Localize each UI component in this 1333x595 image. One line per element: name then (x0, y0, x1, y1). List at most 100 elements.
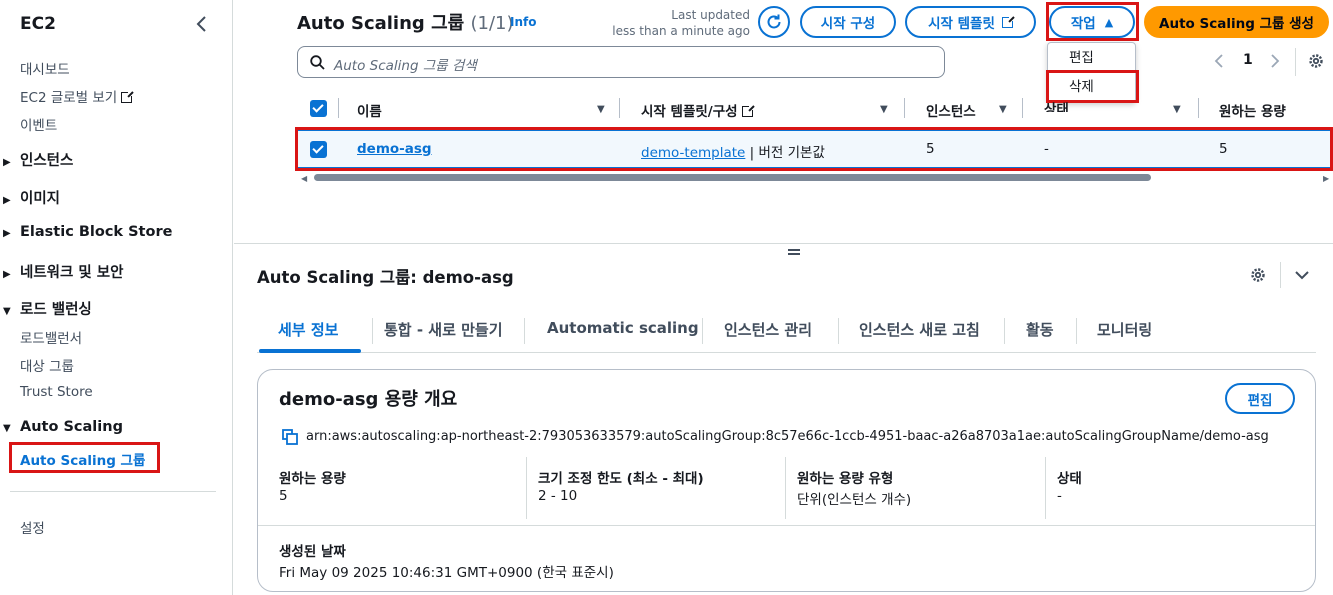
column-divider (619, 98, 620, 118)
search-placeholder: Auto Scaling 그룹 검색 (334, 58, 477, 74)
last-updated-value: less than a minute ago (612, 24, 750, 38)
pager-divider (1295, 48, 1296, 76)
search-icon (310, 55, 325, 70)
card-divider (258, 525, 1315, 526)
sidebar-section-label: 이미지 (20, 191, 61, 207)
tab-instance-refresh[interactable]: 인스턴스 새로 고침 (859, 319, 980, 340)
sidebar-section-network[interactable]: ▶ 네트워크 및 보안 (3, 261, 123, 282)
select-all-checkbox[interactable] (310, 100, 327, 117)
tab-divider (1004, 318, 1005, 344)
info-link[interactable]: Info (510, 15, 536, 29)
field-divider (785, 457, 786, 519)
sidebar-section-auto-scaling[interactable]: ▼ Auto Scaling (3, 419, 123, 435)
launch-template-label: 시작 템플릿 (928, 16, 995, 32)
external-link-icon (741, 104, 755, 117)
active-tab-indicator (259, 349, 361, 353)
col-status[interactable]: 상태 (1044, 98, 1069, 112)
highlight-box (1046, 2, 1139, 41)
highlight-box (295, 127, 1333, 171)
header-divider (1280, 262, 1281, 288)
sort-icon[interactable]: ▼ (880, 104, 888, 115)
sidebar-section-instances[interactable]: ▶ 인스턴스 (3, 149, 73, 170)
sidebar-item-auto-scaling-groups[interactable]: Auto Scaling 그룹 (9, 442, 160, 473)
sidebar-section-label: 인스턴스 (20, 153, 74, 169)
caret-right-icon: ▶ (3, 157, 11, 168)
tab-activity[interactable]: 활동 (1026, 319, 1054, 340)
search-input[interactable]: Auto Scaling 그룹 검색 (297, 46, 945, 78)
sort-icon[interactable]: ▼ (1173, 104, 1181, 115)
tab-instance-management[interactable]: 인스턴스 관리 (724, 319, 812, 340)
tab-divider (372, 318, 373, 344)
split-divider (234, 243, 1333, 244)
col-instances[interactable]: 인스턴스 (926, 100, 976, 120)
col-desired-capacity[interactable]: 원하는 용량 (1219, 100, 1286, 120)
field-label-desired: 원하는 용량 (279, 471, 346, 487)
sidebar-item-events[interactable]: 이벤트 (20, 114, 57, 134)
tab-monitoring[interactable]: 모니터링 (1097, 319, 1152, 340)
sort-icon[interactable]: ▼ (597, 104, 605, 115)
external-link-icon (121, 90, 135, 103)
horizontal-scrollbar[interactable] (314, 174, 1151, 181)
column-divider (1022, 98, 1023, 118)
col-launch-template[interactable]: 시작 템플릿/구성 (641, 100, 755, 120)
resize-handle-icon[interactable] (788, 249, 800, 255)
field-divider (1045, 457, 1046, 519)
caret-down-icon: ▼ (3, 423, 11, 434)
sidebar-item-global-view[interactable]: EC2 글로벌 보기 (20, 86, 135, 106)
sidebar-section-ebs[interactable]: ▶ Elastic Block Store (3, 224, 172, 240)
menu-item-edit[interactable]: 편집 (1048, 44, 1135, 72)
settings-gear-icon[interactable] (1307, 52, 1325, 70)
scroll-right-icon[interactable]: ▶ (1323, 174, 1329, 183)
sidebar-item-settings[interactable]: 설정 (20, 517, 45, 537)
column-divider (338, 98, 339, 118)
copy-icon[interactable] (282, 429, 298, 445)
launch-config-button[interactable]: 시작 구성 (800, 6, 896, 38)
asg-arn: arn:aws:autoscaling:ap-northeast-2:79305… (306, 429, 1269, 444)
tab-divider (838, 318, 839, 344)
capacity-overview-card: demo-asg 용량 개요 편집 arn:aws:autoscaling:ap… (257, 369, 1316, 592)
detail-title: Auto Scaling 그룹: demo-asg (257, 268, 514, 287)
page-title: Auto Scaling 그룹 (1/1) (297, 9, 514, 35)
chevron-left-icon[interactable] (1214, 54, 1224, 68)
tab-integrations[interactable]: 통합 - 새로 만들기 (384, 319, 503, 340)
sidebar-item-load-balancers[interactable]: 로드밸런서 (20, 327, 82, 347)
field-label-scaling-limits: 크기 조정 한도 (최소 - 최대) (538, 471, 704, 487)
create-asg-button[interactable]: Auto Scaling 그룹 생성 (1144, 6, 1329, 38)
sidebar-item-trust-store[interactable]: Trust Store (20, 384, 93, 400)
tab-automatic-scaling[interactable]: Automatic scaling (547, 319, 699, 337)
field-label-created: 생성된 날짜 (279, 544, 346, 560)
scroll-left-icon[interactable]: ◀ (301, 174, 307, 183)
collapse-sidebar-icon[interactable] (194, 14, 210, 34)
sidebar: EC2 대시보드 EC2 글로벌 보기 이벤트 ▶ 인스턴스 ▶ 이미지 ▶ Elas… (0, 0, 233, 595)
tab-details[interactable]: 세부 정보 (278, 319, 338, 340)
sidebar-divider (10, 491, 216, 492)
refresh-button[interactable] (758, 6, 790, 38)
tab-integrations-label: 통합 - 새로 만들기 (384, 321, 503, 339)
sidebar-item-label: Auto Scaling 그룹 (20, 453, 146, 469)
field-label-capacity-type: 원하는 용량 유형 (797, 471, 894, 487)
sidebar-section-label: Auto Scaling (20, 419, 123, 435)
page-number[interactable]: 1 (1243, 52, 1253, 68)
tab-divider (702, 318, 703, 344)
chevron-down-icon[interactable] (1294, 269, 1310, 281)
sidebar-title: EC2 (20, 14, 56, 34)
chevron-right-icon[interactable] (1270, 54, 1280, 68)
settings-gear-icon[interactable] (1249, 266, 1267, 284)
edit-button[interactable]: 편집 (1225, 383, 1295, 414)
sidebar-section-load-balancing[interactable]: ▼ 로드 밸런싱 (3, 298, 92, 319)
column-divider (1198, 98, 1199, 118)
main-content: Auto Scaling 그룹 (1/1) Info Last updated l… (234, 0, 1333, 595)
launch-template-button[interactable]: 시작 템플릿 (905, 6, 1036, 38)
sidebar-item-dashboard[interactable]: 대시보드 (20, 58, 70, 78)
detail-tabs: 세부 정보 통합 - 새로 만들기 Automatic scaling 인스턴스… (257, 310, 1316, 353)
column-divider (904, 98, 905, 118)
field-value-scaling-limits: 2 - 10 (538, 488, 578, 504)
field-value-desired: 5 (279, 488, 288, 504)
sidebar-section-images[interactable]: ▶ 이미지 (3, 187, 60, 208)
sort-icon[interactable]: ▼ (999, 104, 1007, 115)
sidebar-item-target-groups[interactable]: 대상 그룹 (20, 355, 74, 375)
field-value-capacity-type: 단위(인스턴스 개수) (797, 492, 912, 508)
sidebar-section-label: 네트워크 및 보안 (20, 265, 124, 281)
col-name[interactable]: 이름 (357, 100, 382, 120)
tab-divider (524, 318, 525, 344)
